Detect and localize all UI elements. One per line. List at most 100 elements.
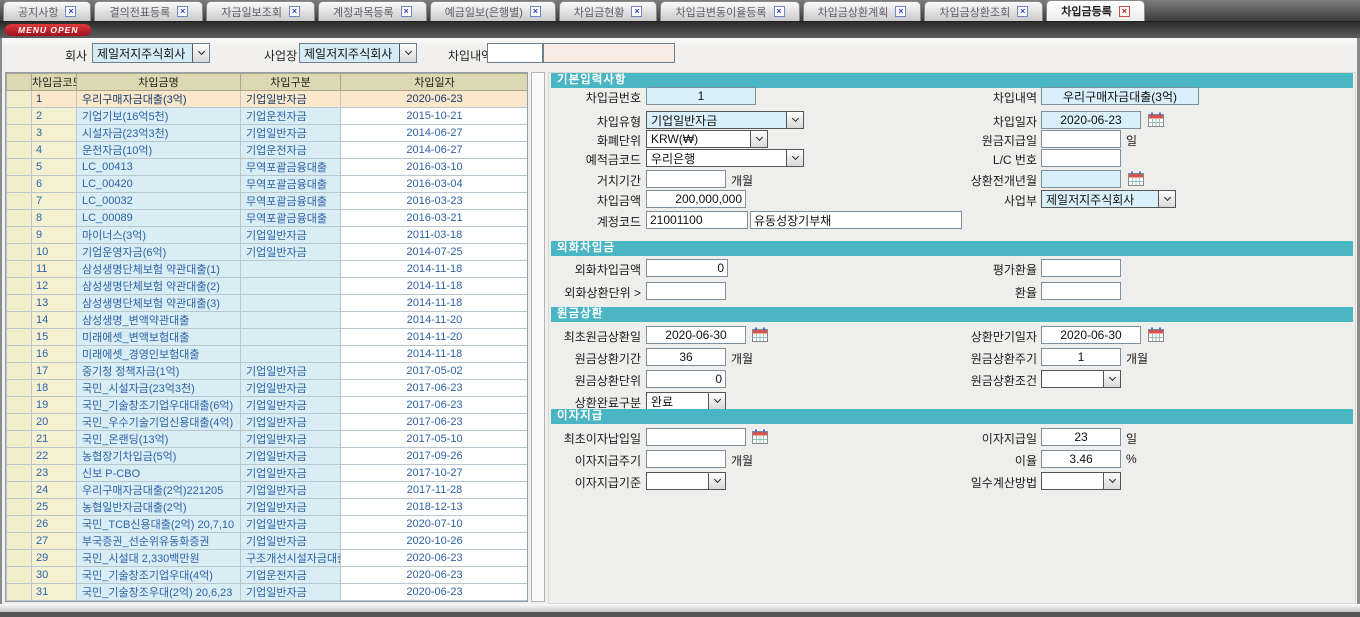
- company-select[interactable]: 제일저지주식회사: [92, 43, 210, 63]
- calendar-icon[interactable]: [752, 429, 768, 444]
- cell-type: 구조개선시설자금대출: [241, 550, 341, 567]
- table-row[interactable]: 24우리구매자금대출(2억)221205기업일반자금2017-11-28: [7, 482, 529, 499]
- table-row[interactable]: 18국민_시설자금(23억3천)기업일반자금2017-06-23: [7, 380, 529, 397]
- close-icon[interactable]: ×: [1017, 6, 1028, 17]
- table-row[interactable]: 20국민_우수기술기업신용대출(4억)기업일반자금2017-06-23: [7, 414, 529, 431]
- table-row[interactable]: 7LC_00032무역포괄금융대출2016-03-23: [7, 193, 529, 210]
- table-row[interactable]: 14삼성생명_변액약관대출2014-11-20: [7, 312, 529, 329]
- fx-repay-unit-input[interactable]: [646, 282, 726, 300]
- table-row[interactable]: 25농협일반자금대출(2억)기업일반자금2018-12-13: [7, 499, 529, 516]
- tab-차입금현황[interactable]: 차입금현황×: [559, 1, 658, 21]
- table-row[interactable]: 15미래에셋_변액보험대출2014-11-20: [7, 329, 529, 346]
- cell-code: 2: [32, 108, 77, 125]
- tab-차입금변동이율등록[interactable]: 차입금변동이율등록×: [660, 1, 799, 21]
- table-row[interactable]: 11삼성생명단체보험 약관대출(1)2014-11-18: [7, 261, 529, 278]
- currency-select[interactable]: KRW(₩): [646, 130, 768, 148]
- first-repay-date-input[interactable]: [646, 326, 746, 344]
- account-name-input[interactable]: [750, 211, 962, 229]
- grace-period-unit: 개월: [731, 172, 753, 189]
- division-select[interactable]: 제일저지주식회사: [1041, 190, 1176, 208]
- complete-status-select[interactable]: 완료: [646, 392, 726, 410]
- table-row[interactable]: 8LC_00089무역포괄금융대출2016-03-21: [7, 210, 529, 227]
- tab-차입금등록[interactable]: 차입금등록×: [1046, 0, 1145, 21]
- table-row[interactable]: 6LC_00420무역포괄금융대출2016-03-04: [7, 176, 529, 193]
- repay-condition-select[interactable]: [1041, 370, 1121, 388]
- close-icon[interactable]: ×: [530, 6, 541, 17]
- site-select[interactable]: 제일저지주식회사: [299, 43, 417, 63]
- repay-cycle-label: 원금상환주기: [879, 350, 1037, 367]
- repay-period-input[interactable]: [646, 348, 726, 366]
- calendar-icon[interactable]: [752, 327, 768, 342]
- principal-pay-day-input[interactable]: [1041, 130, 1121, 148]
- table-row[interactable]: 3시설자금(23억3천)기업일반자금2014-06-27: [7, 125, 529, 142]
- deposit-code-select[interactable]: 우리은행: [646, 149, 804, 167]
- close-icon[interactable]: ×: [1119, 6, 1130, 17]
- repay-cycle-input[interactable]: [1041, 348, 1121, 366]
- table-row[interactable]: 29국민_시설대 2,330백만원구조개선시설자금대출2020-06-23: [7, 550, 529, 567]
- repay-unit-input[interactable]: [646, 370, 726, 388]
- table-row[interactable]: 22농협장기차입금(5억)기업일반자금2017-09-26: [7, 448, 529, 465]
- table-row[interactable]: 19국민_기술창조기업우대대출(6억)기업일반자금2017-06-23: [7, 397, 529, 414]
- loan-date-input[interactable]: [1041, 111, 1141, 129]
- table-row[interactable]: 23신보 P-CBO기업일반자금2017-10-27: [7, 465, 529, 482]
- account-code-input[interactable]: [646, 211, 748, 229]
- first-interest-date-input[interactable]: [646, 428, 746, 446]
- close-icon[interactable]: ×: [289, 6, 300, 17]
- tab-공지사항[interactable]: 공지사항×: [3, 1, 91, 21]
- calendar-icon[interactable]: [1128, 171, 1144, 186]
- interest-basis-select[interactable]: [646, 472, 726, 490]
- tab-예금일보(은행별)[interactable]: 예금일보(은행별)×: [430, 1, 556, 21]
- table-row[interactable]: 26국민_TCB신용대출(2억) 20,7,10기업일반자금2020-07-10: [7, 516, 529, 533]
- close-icon[interactable]: ×: [177, 6, 188, 17]
- close-icon[interactable]: ×: [774, 6, 785, 17]
- loan-desc-search-input[interactable]: [487, 43, 543, 63]
- cell-date: 2014-11-20: [341, 329, 529, 346]
- table-row[interactable]: 27부국증권_선순위유동화증권기업일반자금2020-10-26: [7, 533, 529, 550]
- table-row[interactable]: 30국민_기술창조기업우대(4억)기업운전자금2020-06-23: [7, 567, 529, 584]
- calendar-icon[interactable]: [1148, 327, 1164, 342]
- interest-pay-day-input[interactable]: [1041, 428, 1121, 446]
- loan-desc-search-input2[interactable]: [543, 43, 675, 63]
- tab-차입금상환계획[interactable]: 차입금상환계획×: [803, 1, 922, 21]
- interest-rate-input[interactable]: [1041, 450, 1121, 468]
- table-scrollbar[interactable]: [531, 72, 545, 602]
- close-icon[interactable]: ×: [895, 6, 906, 17]
- eval-rate-input[interactable]: [1041, 259, 1121, 277]
- table-row[interactable]: 9마이너스(3억)기업일반자금2011-03-18: [7, 227, 529, 244]
- cell-name: 우리구매자금대출(3억): [77, 91, 241, 108]
- tab-계정과목등록[interactable]: 계정과목등록×: [318, 1, 427, 21]
- table-row[interactable]: 31국민_기술창조우대(2억) 20,6,23기업일반자금2020-06-23: [7, 584, 529, 601]
- loan-amount-input[interactable]: [646, 190, 746, 208]
- fx-amount-input[interactable]: [646, 259, 728, 277]
- close-icon[interactable]: ×: [65, 6, 76, 17]
- menu-open-button[interactable]: MENU OPEN: [5, 24, 91, 36]
- grace-period-input[interactable]: [646, 170, 726, 188]
- tab-결의전표등록[interactable]: 결의전표등록×: [94, 1, 203, 21]
- table-row[interactable]: 17중기청 정책자금(1억)기업일반자금2017-05-02: [7, 363, 529, 380]
- table-row[interactable]: 2기업기보(16억5천)기업운전자금2015-10-21: [7, 108, 529, 125]
- table-row[interactable]: 4운전자금(10억)기업운전자금2014-06-27: [7, 142, 529, 159]
- loan-desc-input[interactable]: [1041, 87, 1199, 105]
- lc-no-input[interactable]: [1041, 149, 1121, 167]
- table-row[interactable]: 5LC_00413무역포괄금융대출2016-03-10: [7, 159, 529, 176]
- close-icon[interactable]: ×: [401, 6, 412, 17]
- loan-amount-label: 차입금액: [549, 192, 641, 209]
- day-count-method-select[interactable]: [1041, 472, 1121, 490]
- table-row[interactable]: 13삼성생명단체보험 약관대출(3)2014-11-18: [7, 295, 529, 312]
- table-row[interactable]: 32국민_온랜딩 (13억) 20,03,16기업일반자금2020-03-16: [7, 601, 529, 603]
- interest-cycle-input[interactable]: [646, 450, 726, 468]
- table-row[interactable]: 12삼성생명단체보험 약관대출(2)2014-11-18: [7, 278, 529, 295]
- loan-type-select[interactable]: 기업일반자금: [646, 111, 804, 129]
- exchange-rate-input[interactable]: [1041, 282, 1121, 300]
- table-row[interactable]: 21국민_온랜딩(13억)기업일반자금2017-05-10: [7, 431, 529, 448]
- loan-no-input[interactable]: [646, 87, 756, 105]
- table-row[interactable]: 16미래에셋_경영인보험대출2014-11-18: [7, 346, 529, 363]
- table-row[interactable]: 10기업운영자금(6억)기업일반자금2014-07-25: [7, 244, 529, 261]
- calendar-icon[interactable]: [1148, 112, 1164, 127]
- table-row[interactable]: 1우리구매자금대출(3억)기업일반자금2020-06-23: [7, 91, 529, 108]
- tab-차입금상환조회[interactable]: 차입금상환조회×: [924, 1, 1043, 21]
- close-icon[interactable]: ×: [631, 6, 642, 17]
- repay-ym-input[interactable]: [1041, 170, 1121, 188]
- tab-자금일보조회[interactable]: 자금일보조회×: [206, 1, 315, 21]
- maturity-date-input[interactable]: [1041, 326, 1141, 344]
